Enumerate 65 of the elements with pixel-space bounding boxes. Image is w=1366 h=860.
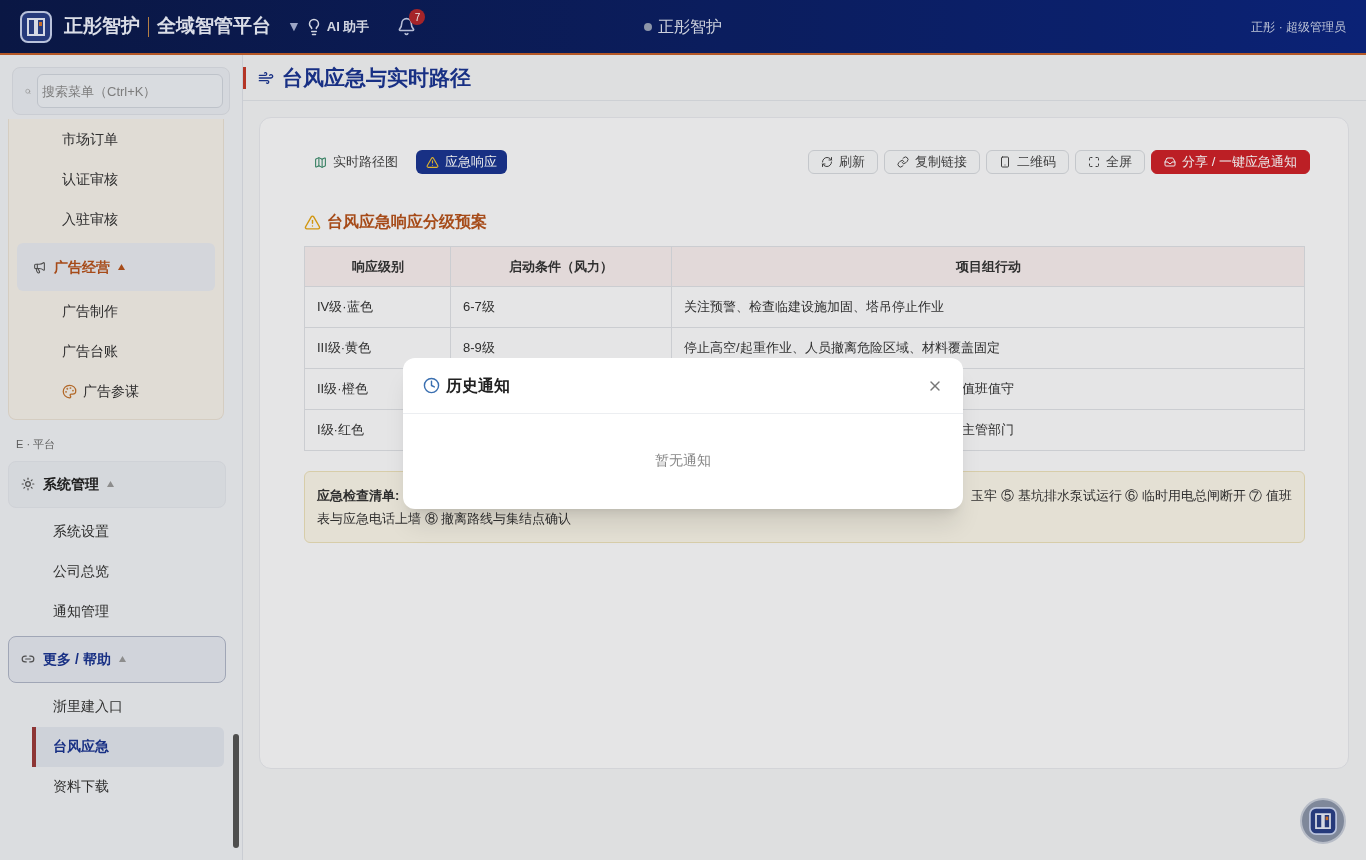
- refresh-icon: [821, 156, 834, 168]
- toolbar-button[interactable]: 二维码: [986, 150, 1070, 174]
- table-cell: 关注预警、检查临建设施加固、塔吊停止作业: [671, 286, 1305, 328]
- fullscreen-icon: [1088, 156, 1101, 168]
- user-label: 正彤 · 超级管理员: [1251, 18, 1346, 36]
- ai-assistant-button[interactable]: AI 助手: [304, 16, 370, 37]
- sidebar-item[interactable]: 系统设置: [32, 511, 224, 552]
- logo-icon: [20, 10, 52, 43]
- column-header: 响应级别: [304, 246, 451, 287]
- sidebar-item[interactable]: 通知管理: [32, 591, 224, 632]
- platform-name: 全域智管平台: [157, 14, 271, 39]
- sidebar-item[interactable]: 认证审核: [9, 159, 223, 199]
- sidebar-item[interactable]: 广告参谋: [9, 371, 223, 411]
- sidebar-item[interactable]: 广告台账: [9, 331, 223, 371]
- bell-icon[interactable]: [397, 17, 417, 36]
- dropdown-button[interactable]: ▼: [287, 16, 301, 37]
- section-title: 台风应急响应分级预案: [327, 212, 487, 232]
- toolbar-button[interactable]: 分享 / 一键应急通知: [1151, 150, 1310, 174]
- palette-icon: [62, 383, 77, 399]
- tab[interactable]: 应急响应: [416, 150, 507, 174]
- clock-icon: [423, 377, 440, 394]
- checklist-label: 应急检查清单:: [317, 487, 400, 505]
- group-label: 更多 / 帮助: [43, 649, 111, 669]
- megaphone-icon: [33, 260, 46, 274]
- map-icon: [314, 155, 327, 169]
- menu-group[interactable]: 广告经营: [17, 243, 215, 291]
- gear-icon: [21, 477, 35, 491]
- table-cell: 6-7级: [450, 286, 672, 328]
- search-field[interactable]: 搜索菜单（Ctrl+K）: [37, 74, 223, 108]
- floating-button[interactable]: [1300, 798, 1346, 844]
- page-title: 台风应急与实时路径: [282, 64, 471, 91]
- menu-group[interactable]: 更多 / 帮助: [8, 635, 226, 683]
- warning-icon: [304, 213, 321, 231]
- sidebar-item[interactable]: 浙里建入口: [32, 686, 224, 727]
- logo-icon: [1309, 807, 1337, 835]
- column-header: 启动条件（风力）: [450, 246, 672, 287]
- sidebar-item[interactable]: 市场订单: [9, 119, 223, 159]
- sidebar-item[interactable]: 入驻审核: [9, 199, 223, 239]
- tray-icon: [1164, 156, 1177, 168]
- notification-badge: 7: [409, 9, 426, 25]
- group-label: 系统管理: [43, 474, 99, 494]
- menu-group[interactable]: 系统管理: [8, 460, 226, 508]
- toolbar-button[interactable]: 全屏: [1075, 150, 1146, 174]
- sidebar-item[interactable]: 资料下载: [32, 766, 224, 807]
- empty-message: 暂无通知: [655, 451, 711, 470]
- phone-icon: [999, 156, 1012, 168]
- link-icon: [897, 156, 910, 168]
- column-header: 项目组行动: [671, 246, 1305, 287]
- sidebar-item[interactable]: 台风应急: [32, 726, 224, 767]
- warning-icon: [426, 155, 439, 169]
- wind-icon: [258, 69, 274, 86]
- scrollbar[interactable]: [233, 734, 239, 848]
- link-icon: [21, 652, 35, 666]
- sidebar-item[interactable]: 广告制作: [9, 291, 223, 331]
- tab[interactable]: 实时路径图: [304, 150, 408, 174]
- toolbar-button[interactable]: 复制链接: [884, 150, 981, 174]
- checklist-text: 玉牢 ⑤ 基坑排水泵试运行 ⑥ 临时用电总闸断开 ⑦ 值班: [971, 487, 1292, 505]
- checklist-text: 表与应急电话上墙 ⑧ 撤离路线与集结点确认: [317, 510, 573, 528]
- brand-name: 正彤智护: [64, 14, 140, 39]
- group-label: 广告经营: [54, 257, 110, 277]
- sidebar-item[interactable]: 公司总览: [32, 551, 224, 592]
- table-cell: IV级·蓝色: [304, 286, 451, 328]
- toolbar-button[interactable]: 刷新: [808, 150, 879, 174]
- section-label: E · 平台: [16, 437, 57, 452]
- center-title: 正彤智护: [658, 16, 723, 37]
